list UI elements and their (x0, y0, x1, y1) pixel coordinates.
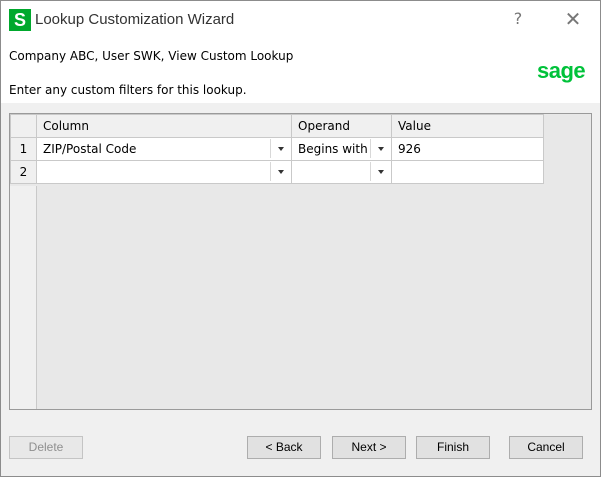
corner-cell (10, 114, 37, 138)
column-header-value[interactable]: Value (391, 114, 544, 138)
operand-cell[interactable] (291, 160, 392, 184)
sage-logo: sage (537, 58, 586, 83)
cancel-button[interactable]: Cancel (509, 436, 583, 459)
column-cell[interactable]: ZIP/Postal Code (36, 137, 292, 161)
dropdown-arrow-icon[interactable] (370, 139, 390, 158)
table-row: 1 ZIP/Postal Code Begins with 926 (10, 137, 544, 161)
table-row: 2 (10, 160, 544, 184)
column-value: ZIP/Postal Code (43, 142, 137, 156)
dropdown-arrow-icon[interactable] (270, 162, 290, 181)
column-cell[interactable] (36, 160, 292, 184)
column-header-column[interactable]: Column (36, 114, 292, 138)
finish-button[interactable]: Finish (416, 436, 490, 459)
header-row: Column Operand Value (10, 114, 544, 138)
dropdown-arrow-icon[interactable] (370, 162, 390, 181)
context-label: Company ABC, User SWK, View Custom Looku… (9, 49, 294, 63)
dropdown-arrow-icon[interactable] (270, 139, 290, 158)
window-title: Lookup Customization Wizard (35, 11, 235, 28)
value-text: 926 (398, 142, 421, 156)
value-cell[interactable]: 926 (391, 137, 544, 161)
column-header-operand[interactable]: Operand (291, 114, 392, 138)
help-icon[interactable]: ? (506, 7, 530, 31)
sage-app-icon: S (9, 9, 31, 31)
instruction-label: Enter any custom filters for this lookup… (9, 83, 247, 97)
header-area: Company ABC, User SWK, View Custom Looku… (1, 37, 600, 103)
title-bar: S Lookup Customization Wizard ? ✕ (1, 1, 600, 37)
delete-button[interactable]: Delete (9, 436, 83, 459)
value-cell[interactable] (391, 160, 544, 184)
operand-cell[interactable]: Begins with (291, 137, 392, 161)
next-button[interactable]: Next > (332, 436, 406, 459)
filter-grid[interactable]: Column Operand Value 1 ZIP/Postal Code B… (9, 113, 592, 410)
wizard-window: S Lookup Customization Wizard ? ✕ Compan… (0, 0, 601, 477)
row-number[interactable]: 2 (10, 160, 37, 184)
operand-value: Begins with (298, 142, 368, 156)
row-number[interactable]: 1 (10, 137, 37, 161)
close-icon[interactable]: ✕ (559, 7, 587, 31)
back-button[interactable]: < Back (247, 436, 321, 459)
filter-table: Column Operand Value 1 ZIP/Postal Code B… (10, 114, 544, 184)
row-header-strip (10, 186, 37, 409)
